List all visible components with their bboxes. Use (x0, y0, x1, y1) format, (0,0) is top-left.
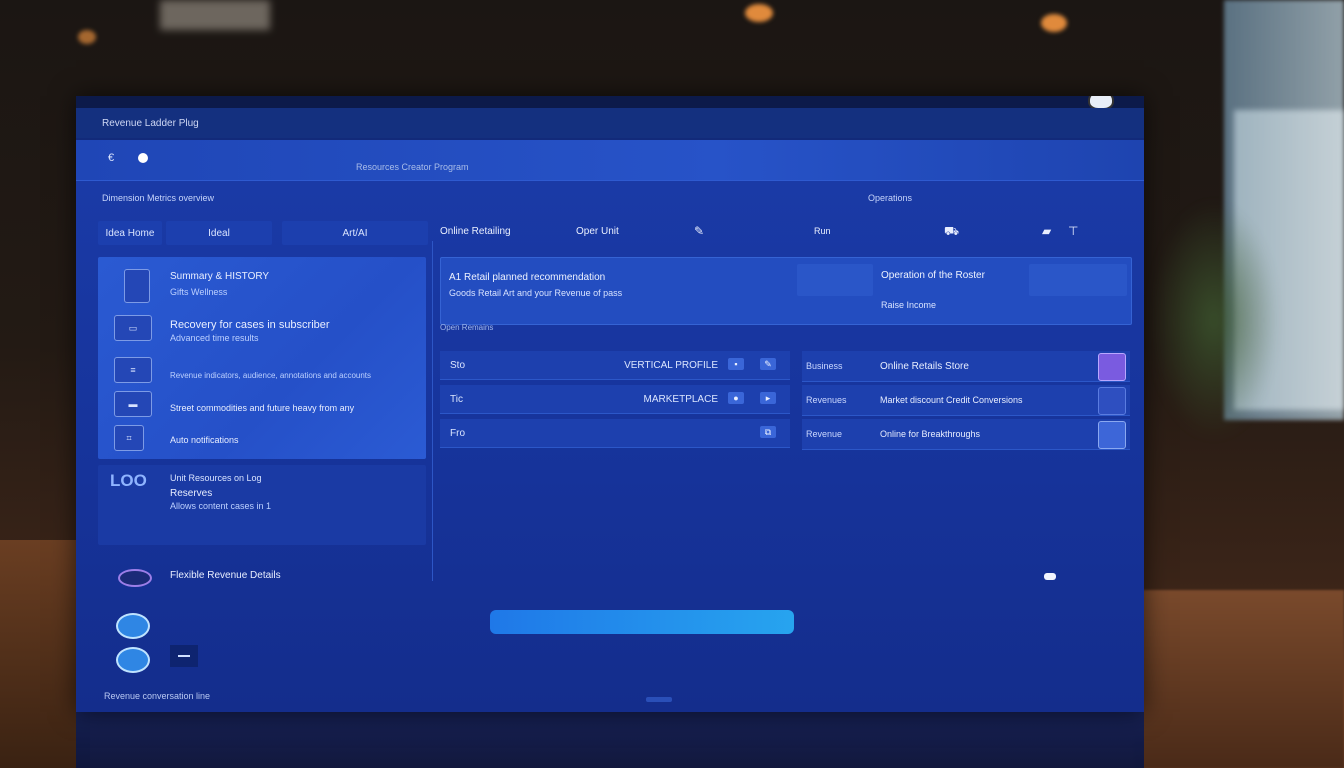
banner-right-title: Operation of the Roster (881, 270, 985, 281)
table-row[interactable]: Sto VERTICAL PROFILE ▪ ✎ (440, 351, 790, 380)
background-table (1134, 590, 1344, 768)
info-icon[interactable]: ● (728, 392, 744, 404)
column-header[interactable]: Run (814, 226, 831, 236)
list-item-sub: Advanced time results (170, 333, 259, 343)
background-plant (1144, 190, 1284, 450)
tab-label: Idea Home (105, 227, 155, 239)
folder-icon[interactable]: ▰ (1042, 224, 1051, 238)
banner-right-sub: Raise Income (881, 300, 937, 310)
code-icon: ⌗ (114, 425, 144, 451)
ceiling-glare (160, 0, 270, 30)
row-value: MARKETPLACE (643, 394, 718, 405)
list-item-sub: Revenue indicators, audience, annotation… (170, 371, 372, 380)
list-item-title: Recovery for cases in subscriber (170, 319, 330, 331)
table-row[interactable]: Revenues Market discount Credit Conversi… (802, 385, 1130, 416)
window-title: Revenue Ladder Plug (102, 118, 199, 129)
avatar-icon[interactable] (1098, 353, 1126, 381)
recommendation-banner[interactable]: A1 Retail planned recommendation Goods R… (440, 257, 1132, 325)
card-line: Allows content cases in 1 (170, 501, 272, 511)
footer-link[interactable]: Flexible Revenue Details (170, 570, 281, 581)
pin-icon[interactable]: ⊤ (1068, 224, 1078, 238)
toolbar-center-title: Resources Creator Program (356, 162, 469, 172)
tab-ideal[interactable]: Ideal (166, 221, 272, 245)
chart-icon: ≡ (114, 357, 152, 383)
list-item-sub: Gifts Wellness (170, 287, 228, 297)
list-item-title: Auto notifications (170, 435, 239, 445)
section-title: Operations (868, 193, 913, 203)
tag-icon[interactable]: ▪ (728, 358, 744, 370)
row-label: Sto (450, 360, 466, 371)
eye-icon[interactable] (116, 647, 150, 673)
row-value: Online Retails Store (880, 361, 969, 372)
list-item-title: Summary & HISTORY (170, 271, 270, 282)
banner-block (797, 264, 873, 296)
main-content: Dimension Metrics overview Operations Id… (76, 181, 1144, 712)
toolbar: € Resources Creator Program (76, 140, 1144, 181)
card-icon: ▬ (114, 391, 152, 417)
monitor-base (76, 712, 1144, 768)
row-value: Online for Breakthroughs (880, 429, 981, 439)
column-header[interactable]: Oper Unit (576, 226, 619, 237)
column-header[interactable]: Online Retailing (440, 226, 511, 237)
more-icon[interactable]: ▸ (760, 392, 776, 404)
pen-icon[interactable]: ✎ (694, 224, 704, 238)
tab-label: Art/AI (342, 227, 368, 239)
banner-title: A1 Retail planned recommendation (449, 272, 606, 283)
minimize-button[interactable] (170, 645, 198, 667)
row-value: Market discount Credit Conversions (880, 395, 1023, 405)
row-key: Business (806, 361, 843, 371)
left-panel: Summary & HISTORY Gifts Wellness ▭ Recov… (98, 257, 426, 459)
scroll-handle[interactable] (646, 697, 672, 702)
tab-idea-home[interactable]: Idea Home (98, 221, 162, 245)
edit-icon[interactable]: ✎ (760, 358, 776, 370)
back-icon[interactable]: € (108, 152, 114, 164)
toggle-icon[interactable] (138, 153, 148, 163)
link-icon[interactable]: ⧉ (760, 426, 776, 438)
tab-art-ai[interactable]: Art/AI (282, 221, 428, 245)
list-item-title: Street commodities and future heavy from… (170, 403, 355, 413)
eye-icon[interactable] (116, 613, 150, 639)
document-icon (124, 269, 150, 303)
card-line: Reserves (170, 488, 213, 499)
status-text: Revenue conversation line (104, 691, 211, 701)
banner-block (1029, 264, 1127, 296)
banner-tag: Open Remains (440, 323, 494, 332)
title-bar: Revenue Ladder Plug (76, 108, 1144, 138)
link-icon (118, 569, 152, 587)
monitor-screen: Revenue Ladder Plug € Resources Creator … (76, 96, 1144, 712)
car-icon[interactable]: ⛟ (944, 224, 959, 240)
row-label: Fro (450, 428, 465, 439)
primary-action-button[interactable] (490, 610, 794, 634)
chart-icon[interactable] (1098, 421, 1126, 449)
pendant-lamp (78, 30, 96, 44)
table-row[interactable]: Tic MARKETPLACE ● ▸ (440, 385, 790, 414)
pendant-lamp (1041, 14, 1067, 32)
chart-icon: ▭ (114, 315, 152, 341)
table-row[interactable]: Business Online Retails Store (802, 351, 1130, 382)
table-row[interactable]: Revenue Online for Breakthroughs (802, 419, 1130, 450)
row-key: Revenues (806, 395, 847, 405)
toggle-icon[interactable] (1044, 573, 1056, 580)
loo-badge: LOO (110, 471, 147, 490)
row-value: VERTICAL PROFILE (624, 360, 718, 371)
tab-label: Ideal (208, 227, 230, 239)
breadcrumb[interactable]: Dimension Metrics overview (102, 193, 214, 203)
left-lower-card[interactable]: LOO Unit Resources on Log Reserves Allow… (98, 465, 426, 545)
minus-icon (178, 655, 190, 657)
pendant-lamp (745, 4, 773, 22)
divider (432, 241, 433, 581)
bezel (76, 96, 1144, 108)
row-label: Tic (450, 394, 463, 405)
banner-sub: Goods Retail Art and your Revenue of pas… (449, 288, 623, 298)
table-row[interactable]: Fro ⧉ (440, 419, 790, 448)
row-key: Revenue (806, 429, 843, 439)
card-line: Unit Resources on Log (170, 473, 262, 483)
dot-icon[interactable] (1098, 387, 1126, 415)
